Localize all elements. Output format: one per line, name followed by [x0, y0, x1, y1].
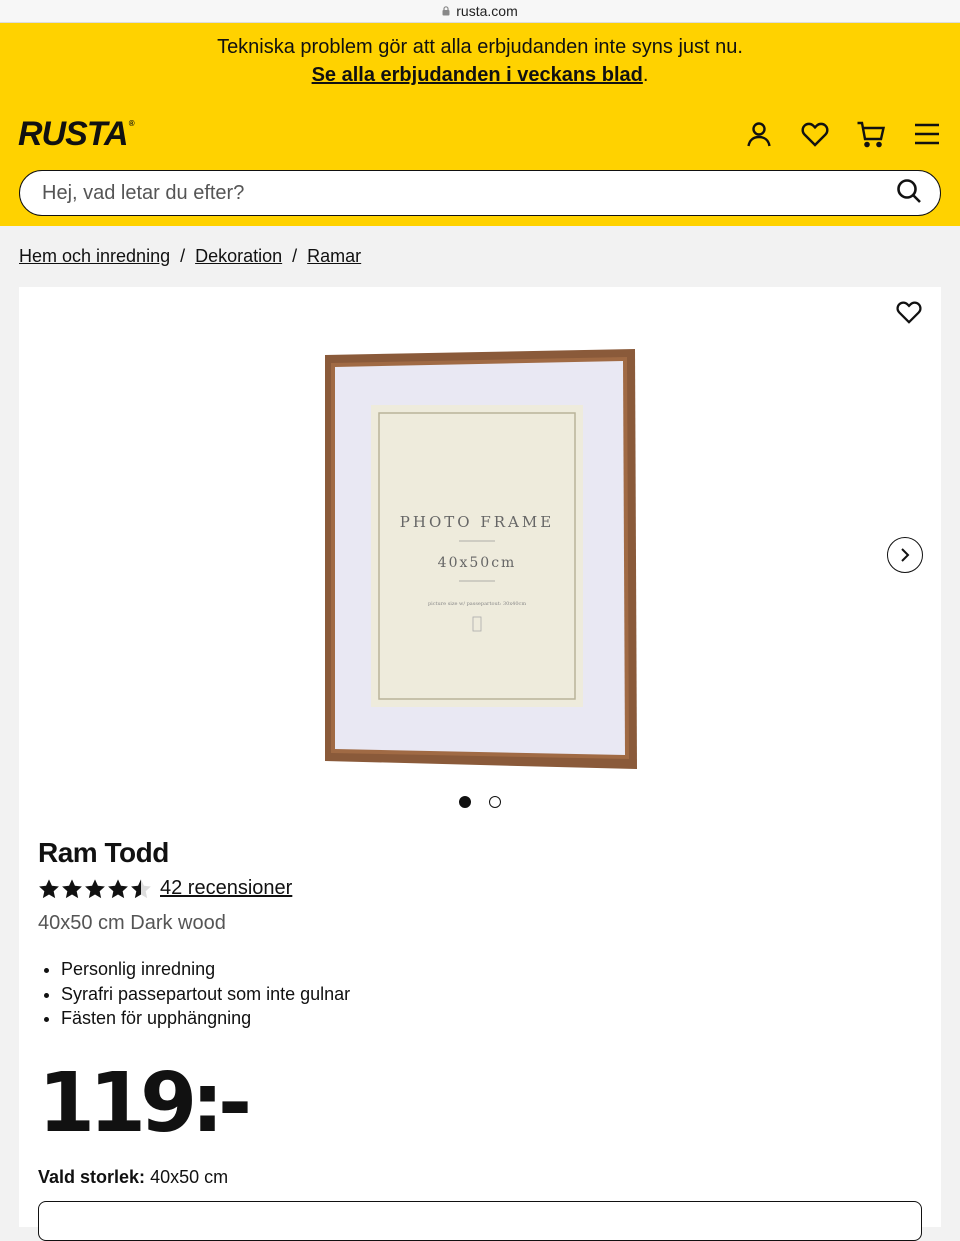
size-label: Vald storlek: — [38, 1166, 146, 1187]
notice-banner: Tekniska problem gör att alla erbjudande… — [0, 23, 960, 98]
search-bar — [19, 170, 941, 216]
selected-size: Vald storlek: 40x50 cm — [38, 1167, 918, 1188]
star-icon — [85, 878, 105, 898]
header-row: RUSTA ® — [0, 98, 960, 170]
reviews-link[interactable]: 42 recensioner — [160, 877, 292, 900]
menu-icon[interactable] — [912, 119, 942, 149]
heart-icon[interactable] — [800, 119, 830, 149]
cart-icon[interactable] — [856, 119, 886, 149]
breadcrumb-separator: / — [180, 246, 186, 266]
notice-text: Tekniska problem gör att alla erbjudande… — [217, 36, 743, 58]
size-selector[interactable] — [38, 1201, 922, 1241]
star-icon — [108, 878, 128, 898]
star-icon — [62, 878, 82, 898]
image-text-photo-frame: PHOTO FRAME — [400, 513, 554, 531]
carousel-dot-1[interactable] — [459, 796, 471, 808]
feature-list: Personlig inredning Syrafri passepartout… — [38, 957, 918, 1031]
browser-url-bar[interactable]: rusta.com — [0, 0, 960, 23]
breadcrumb-dekoration[interactable]: Dekoration — [195, 246, 282, 267]
breadcrumb-ramar[interactable]: Ramar — [307, 246, 361, 267]
logo-text: RUSTA — [18, 114, 129, 153]
rating-stars — [38, 878, 152, 900]
carousel-dot-2[interactable] — [489, 796, 501, 808]
breadcrumb-separator: / — [292, 246, 298, 266]
carousel-dots — [459, 796, 501, 808]
star-icon — [39, 878, 59, 898]
product-image[interactable]: PHOTO FRAME 40x50cm picture size w/ pass… — [323, 349, 637, 769]
logo-trademark: ® — [128, 118, 135, 128]
site-header: Tekniska problem gör att alla erbjudande… — [0, 23, 960, 226]
user-icon[interactable] — [744, 119, 774, 149]
product-rating: 42 recensioner — [38, 877, 918, 900]
feature-item: Personlig inredning — [61, 957, 918, 982]
header-icons — [744, 119, 942, 149]
offers-link[interactable]: Se alla erbjudanden i veckans blad — [312, 64, 643, 86]
product-price: 119:- — [38, 1062, 918, 1144]
product-variant: 40x50 cm Dark wood — [38, 912, 226, 934]
feature-item: Syrafri passepartout som inte gulnar — [61, 982, 918, 1007]
product-card: PHOTO FRAME 40x50cm picture size w/ pass… — [19, 287, 941, 1241]
breadcrumb: Hem och inredning / Dekoration / Ramar — [0, 226, 960, 290]
image-text-size: 40x50cm — [438, 555, 517, 571]
breadcrumb-hem-och-inredning[interactable]: Hem och inredning — [19, 246, 170, 267]
url-text: rusta.com — [456, 3, 518, 19]
price-value: 119:- — [38, 1055, 252, 1151]
feature-item: Fästen för upphängning — [61, 1006, 918, 1031]
half-star-icon — [131, 878, 151, 898]
product-title: Ram Todd — [38, 837, 169, 868]
size-value: 40x50 cm — [150, 1166, 229, 1187]
product-info: Ram Todd 42 recensioner 40x50 cm Dark wo… — [38, 837, 918, 1188]
next-image-button[interactable] — [887, 537, 923, 573]
lock-icon — [442, 5, 450, 15]
search-area — [0, 170, 960, 226]
favorite-heart-icon[interactable] — [895, 299, 923, 327]
rusta-logo[interactable]: RUSTA ® — [18, 114, 135, 154]
notice-suffix: . — [642, 64, 649, 86]
search-input[interactable] — [40, 180, 896, 206]
image-text-picture-size: picture size w/ passepartout: 30x40cm — [428, 601, 526, 607]
search-icon[interactable] — [896, 178, 922, 209]
